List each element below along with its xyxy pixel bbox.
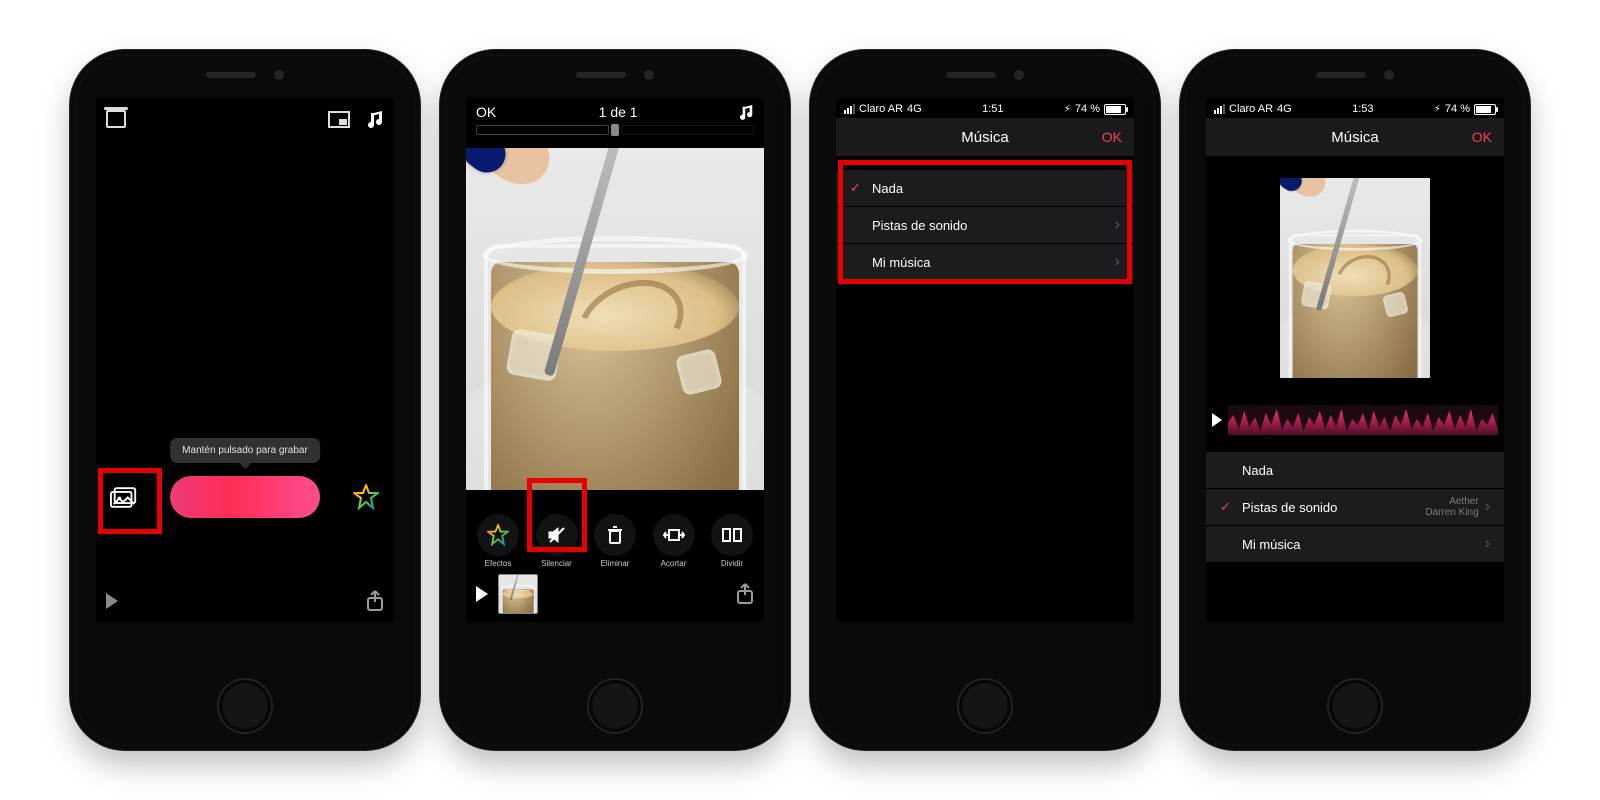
tool-delete[interactable]: Eliminar — [589, 514, 641, 568]
row-label: Pistas de sonido — [872, 218, 967, 233]
ok-button[interactable]: OK — [1102, 129, 1122, 145]
video-preview[interactable] — [466, 148, 764, 490]
music-options-list: Nada ✓ Pistas de sonido Aether Darren Ki… — [1206, 452, 1504, 563]
library-button[interactable] — [106, 479, 142, 515]
home-button[interactable] — [957, 678, 1013, 734]
battery-label: 74 % — [1075, 103, 1100, 115]
screen-2: OK 1 de 1 — [466, 98, 764, 622]
ok-button[interactable]: OK — [476, 104, 496, 120]
music-note-icon[interactable] — [368, 110, 384, 128]
play-icon[interactable] — [1212, 413, 1222, 427]
clock-label: 1:53 — [1352, 103, 1373, 115]
screen-3: Claro AR 4G 1:51 ⚡︎ 74 % Música OK ✓ Nad… — [836, 98, 1134, 622]
row-label: Mi música — [1242, 537, 1301, 552]
share-icon[interactable] — [366, 590, 384, 612]
audio-waveform[interactable] — [1228, 405, 1498, 435]
edit-toolbar: Efectos Silenciar Eliminar Acortar Divid… — [466, 514, 764, 568]
chevron-right-icon: › — [1115, 216, 1120, 234]
row-my-music[interactable]: Mi música › — [836, 244, 1134, 281]
check-icon: ✓ — [850, 180, 866, 196]
row-soundtracks[interactable]: Pistas de sonido › — [836, 207, 1134, 244]
trim-icon — [662, 525, 686, 545]
status-bar: Claro AR 4G 1:51 ⚡︎ 74 % — [836, 98, 1134, 118]
screen-1: Mantén pulsado para grabar — [96, 98, 394, 622]
star-icon — [487, 524, 509, 546]
tool-mute[interactable]: Silenciar — [531, 514, 583, 568]
check-icon: ✓ — [1220, 499, 1236, 515]
row-label: Pistas de sonido — [1242, 500, 1337, 515]
row-subtitle: Aether Darren King — [1425, 496, 1478, 518]
phone-1: Mantén pulsado para grabar — [70, 50, 420, 750]
tool-split[interactable]: Dividir — [706, 514, 758, 568]
network-label: 4G — [1277, 103, 1292, 115]
play-icon[interactable] — [106, 593, 118, 609]
music-preview — [1206, 156, 1504, 400]
share-icon[interactable] — [736, 583, 754, 605]
trash-icon — [605, 525, 625, 545]
row-soundtracks[interactable]: ✓ Pistas de sonido Aether Darren King › — [1206, 489, 1504, 526]
trash-icon[interactable] — [106, 110, 126, 128]
chevron-right-icon: › — [1115, 253, 1120, 271]
play-icon[interactable] — [476, 586, 488, 602]
star-icon — [353, 484, 379, 510]
screen-4: Claro AR 4G 1:53 ⚡︎ 74 % Música OK — [1206, 98, 1504, 622]
nav-bar: Música OK — [1206, 118, 1504, 156]
clock-label: 1:51 — [982, 103, 1003, 115]
chevron-right-icon: › — [1485, 498, 1490, 516]
home-button[interactable] — [217, 678, 273, 734]
split-icon — [721, 525, 743, 545]
music-note-icon[interactable] — [740, 104, 754, 120]
network-label: 4G — [907, 103, 922, 115]
row-label: Nada — [1242, 463, 1273, 478]
home-button[interactable] — [587, 678, 643, 734]
aspect-icon[interactable] — [328, 111, 350, 128]
nav-title: Música — [961, 129, 1009, 146]
battery-label: 74 % — [1445, 103, 1470, 115]
clip-counter: 1 de 1 — [599, 104, 638, 120]
chevron-right-icon: › — [1485, 535, 1490, 553]
timeline-scrubber[interactable] — [466, 124, 764, 136]
carrier-label: Claro AR — [859, 103, 903, 115]
music-options-list: ✓ Nada Pistas de sonido › Mi música › — [836, 170, 1134, 281]
row-my-music[interactable]: Mi música › — [1206, 526, 1504, 563]
nav-bar: Música OK — [836, 118, 1134, 156]
phone-4: Claro AR 4G 1:53 ⚡︎ 74 % Música OK — [1180, 50, 1530, 750]
tool-effects[interactable]: Efectos — [472, 514, 524, 568]
row-label: Nada — [872, 181, 903, 196]
record-button[interactable] — [170, 476, 320, 518]
waveform-row — [1206, 400, 1504, 440]
phone-2: OK 1 de 1 — [440, 50, 790, 750]
home-button[interactable] — [1327, 678, 1383, 734]
row-label: Mi música — [872, 255, 931, 270]
ok-button[interactable]: OK — [1472, 129, 1492, 145]
row-none[interactable]: Nada — [1206, 452, 1504, 489]
mute-icon — [546, 524, 568, 546]
effects-star-button[interactable] — [348, 479, 384, 515]
video-thumbnail[interactable] — [1279, 177, 1431, 379]
row-none[interactable]: ✓ Nada — [836, 170, 1134, 207]
clip-thumbnail[interactable] — [498, 574, 538, 614]
nav-title: Música — [1331, 129, 1379, 146]
phone-3: Claro AR 4G 1:51 ⚡︎ 74 % Música OK ✓ Nad… — [810, 50, 1160, 750]
status-bar: Claro AR 4G 1:53 ⚡︎ 74 % — [1206, 98, 1504, 118]
record-tooltip: Mantén pulsado para grabar — [170, 438, 320, 463]
library-icon — [110, 486, 138, 509]
carrier-label: Claro AR — [1229, 103, 1273, 115]
tool-trim[interactable]: Acortar — [648, 514, 700, 568]
four-phone-tutorial: Mantén pulsado para grabar — [0, 0, 1600, 800]
